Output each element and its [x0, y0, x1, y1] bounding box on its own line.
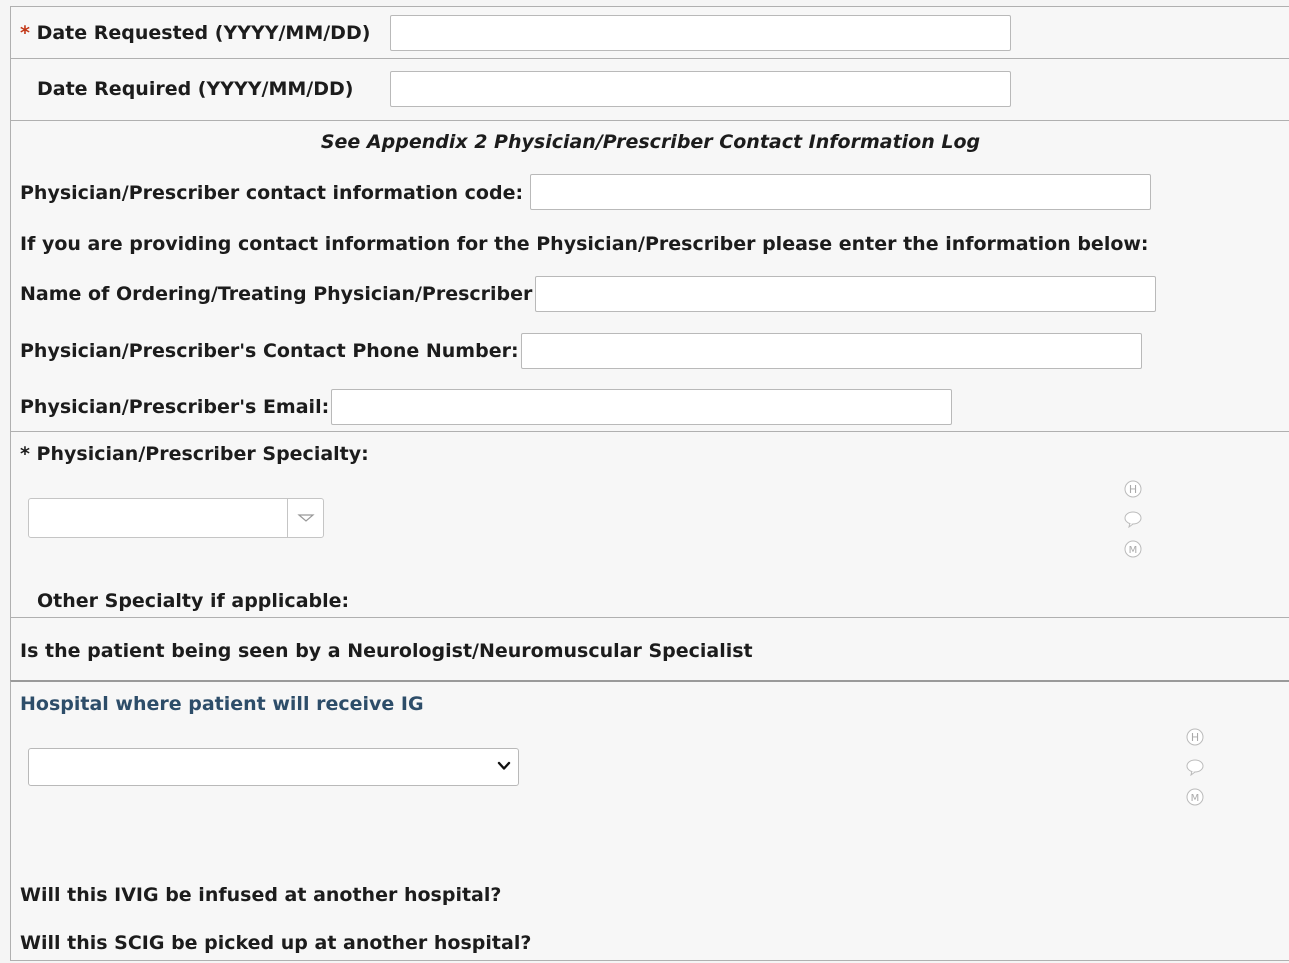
specialty-section: * Physician/Prescriber Specialty: H M Ot… [10, 431, 1289, 617]
comment-icon[interactable] [1124, 510, 1142, 528]
date-required-label: Date Required (YYYY/MM/DD) [37, 78, 354, 100]
chevron-down-icon [497, 761, 511, 770]
physician-name-label: Name of Ordering/Treating Physician/Pres… [20, 283, 533, 305]
contact-info-intro: If you are providing contact information… [20, 233, 1149, 255]
date-required-input[interactable] [390, 71, 1011, 107]
required-marker: * [20, 22, 30, 44]
physician-email-input[interactable] [331, 389, 952, 425]
date-requested-input[interactable] [390, 15, 1011, 51]
scig-question-label: Will this SCIG be picked up at another h… [20, 932, 532, 954]
hospital-section: Hospital where patient will receive IG H… [10, 680, 1289, 961]
history-icon[interactable]: H [1124, 480, 1142, 498]
specialty-label: * Physician/Prescriber Specialty: [20, 443, 369, 465]
ivig-question-label: Will this IVIG be infused at another hos… [20, 884, 502, 906]
contact-code-label: Physician/Prescriber contact information… [20, 182, 524, 204]
svg-text:H: H [1191, 731, 1199, 744]
svg-text:H: H [1129, 483, 1137, 496]
physician-phone-input[interactable] [521, 333, 1142, 369]
missing-data-icon[interactable]: M [1186, 788, 1204, 806]
other-specialty-label: Other Specialty if applicable: [37, 590, 350, 612]
physician-name-input[interactable] [535, 276, 1156, 312]
physician-contact-section: See Appendix 2 Physician/Prescriber Cont… [10, 120, 1289, 431]
specialty-combobox[interactable] [28, 498, 324, 538]
neurologist-row: Is the patient being seen by a Neurologi… [10, 617, 1289, 680]
missing-data-icon[interactable]: M [1124, 540, 1142, 558]
physician-phone-label: Physician/Prescriber's Contact Phone Num… [20, 340, 519, 362]
svg-text:M: M [1129, 545, 1138, 556]
hospital-field-icons: H M [1186, 728, 1208, 818]
svg-text:M: M [1191, 793, 1200, 804]
date-requested-label: * Date Requested (YYYY/MM/DD) [20, 22, 371, 44]
contact-code-input[interactable] [530, 174, 1151, 210]
chevron-down-icon [297, 514, 315, 522]
date-requested-row: * Date Requested (YYYY/MM/DD) [10, 6, 1289, 58]
specialty-dropdown-button[interactable] [287, 499, 323, 537]
hospital-select[interactable] [28, 748, 519, 786]
physician-email-label: Physician/Prescriber's Email: [20, 396, 330, 418]
date-required-row: Date Required (YYYY/MM/DD) [10, 58, 1289, 120]
history-icon[interactable]: H [1186, 728, 1204, 746]
hospital-label: Hospital where patient will receive IG [20, 693, 424, 715]
neurologist-label: Is the patient being seen by a Neurologi… [20, 640, 753, 662]
specialty-field-icons: H M [1124, 480, 1146, 570]
comment-icon[interactable] [1186, 758, 1204, 776]
appendix-note: See Appendix 2 Physician/Prescriber Cont… [320, 131, 981, 153]
